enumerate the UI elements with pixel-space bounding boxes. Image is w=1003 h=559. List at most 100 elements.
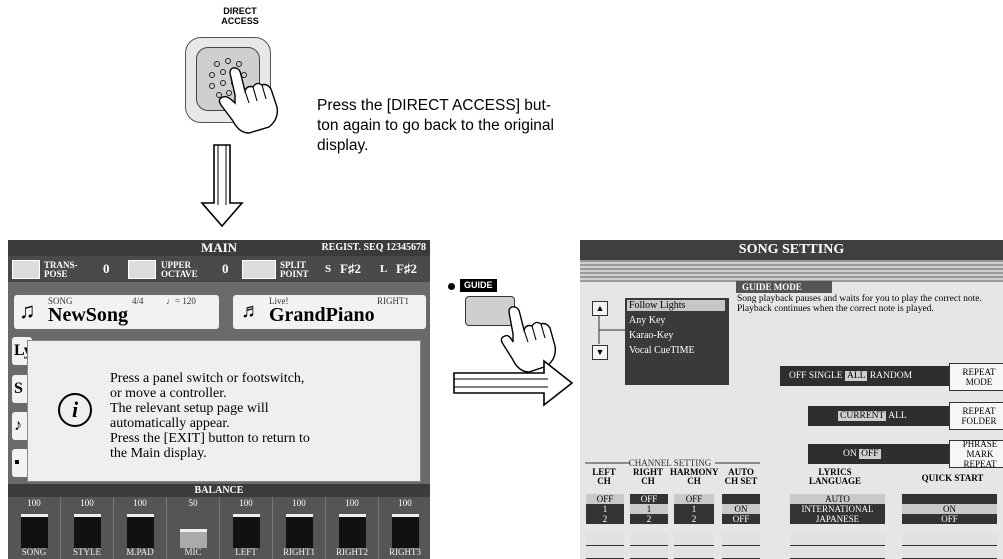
- fader[interactable]: [286, 514, 313, 548]
- keyboard-icon: [12, 260, 40, 279]
- split-s-label: S: [325, 263, 332, 275]
- list-item[interactable]: OFF: [586, 494, 624, 504]
- upper-octave-value[interactable]: 0: [222, 256, 229, 282]
- list-item[interactable]: OFF: [722, 514, 760, 524]
- folder-option[interactable]: ALL: [888, 411, 906, 421]
- guide-mode-item[interactable]: Vocal CueTIME: [629, 345, 695, 356]
- fader[interactable]: [21, 514, 48, 548]
- channel-right1[interactable]: 100 RIGHT1: [273, 497, 326, 559]
- repeat-mode-button[interactable]: REPEAT MODE: [949, 363, 1003, 391]
- list-item[interactable]: 1: [586, 504, 624, 514]
- list-item[interactable]: INTERNATIONAL: [790, 504, 885, 514]
- dialog-line: The relevant setup page will: [110, 401, 269, 416]
- repeat-folder-button[interactable]: REPEAT FOLDER: [949, 402, 1003, 430]
- up-arrow-icon[interactable]: ▲: [592, 301, 608, 316]
- guide-mode-item[interactable]: Karao-Key: [629, 330, 673, 341]
- harmony-ch-list[interactable]: OFF 1 2: [674, 494, 714, 524]
- channel-right2[interactable]: 100 RIGHT2: [326, 497, 379, 559]
- left-ch-list[interactable]: OFF 1 2: [586, 494, 624, 524]
- repeat-option[interactable]: SINGLE: [809, 371, 843, 381]
- channel-name: STYLE: [73, 547, 101, 557]
- up-arrow-icon[interactable]: [630, 533, 668, 545]
- phrase-option-selected[interactable]: OFF: [859, 449, 881, 459]
- left-ch-arrows[interactable]: [586, 533, 624, 559]
- lyrics-language-arrows[interactable]: [790, 533, 885, 559]
- down-arrow-icon[interactable]: [902, 546, 997, 558]
- list-item[interactable]: 1: [674, 504, 714, 514]
- down-arrow-icon[interactable]: ▼: [592, 345, 608, 360]
- arrow-down-icon: [200, 144, 244, 228]
- repeat-mode-selector[interactable]: OFF SINGLE ALL RANDOM: [780, 366, 952, 386]
- dialog-line: the Main display.: [110, 446, 207, 461]
- down-arrow-icon[interactable]: [586, 546, 624, 558]
- repeat-option[interactable]: RANDOM: [870, 371, 912, 381]
- repeat-option[interactable]: OFF: [789, 371, 806, 381]
- split-l-value[interactable]: F♯2: [396, 256, 417, 282]
- channel-mpad[interactable]: 100 M.PAD: [114, 497, 167, 559]
- phrase-mark-selector[interactable]: ON OFF: [808, 444, 953, 464]
- voice-panel[interactable]: ♬ Live! RIGHT1 GrandPiano: [233, 295, 426, 329]
- list-item[interactable]: OFF: [630, 494, 668, 504]
- fader[interactable]: [233, 514, 260, 548]
- keyboard-icon: [242, 260, 276, 279]
- up-arrow-icon[interactable]: [674, 533, 714, 545]
- transpose-value[interactable]: 0: [103, 256, 110, 282]
- guide-mode-label: GUIDE MODE: [736, 281, 832, 293]
- harmony-ch-arrows[interactable]: [674, 533, 714, 559]
- fader[interactable]: [74, 514, 101, 548]
- channel-style[interactable]: 100 STYLE: [61, 497, 114, 559]
- info-dialog: i Press a panel switch or footswitch, or…: [27, 340, 421, 482]
- list-item[interactable]: 2: [630, 514, 668, 524]
- repeat-option-selected[interactable]: ALL: [844, 371, 868, 381]
- pointing-hand-icon: [218, 67, 279, 134]
- channel-right3[interactable]: 100 RIGHT3: [379, 497, 430, 559]
- auto-ch-set-arrows[interactable]: [722, 533, 760, 559]
- right-ch-list[interactable]: OFF 1 2: [630, 494, 668, 524]
- channel-song[interactable]: 100 SONG: [8, 497, 61, 559]
- phrase-option[interactable]: ON: [843, 449, 857, 459]
- up-arrow-icon[interactable]: [790, 533, 885, 545]
- repeat-folder-selector[interactable]: CURRENT ALL: [808, 406, 953, 426]
- fader[interactable]: [180, 529, 207, 548]
- direct-access-label: DIRECT ACCESS: [221, 6, 259, 26]
- channel-value: 100: [27, 498, 41, 508]
- down-arrow-icon[interactable]: [674, 546, 714, 558]
- lyrics-language-list[interactable]: AUTO INTERNATIONAL JAPANESE: [790, 494, 885, 524]
- up-arrow-icon[interactable]: [902, 533, 997, 545]
- quick-start-list[interactable]: ON OFF: [902, 494, 997, 524]
- list-item[interactable]: 2: [674, 514, 714, 524]
- list-item[interactable]: AUTO: [790, 494, 885, 504]
- guide-mode-item[interactable]: Any Key: [629, 315, 665, 326]
- song-panel[interactable]: ♫ SONG 4/4 ♩= 120 NewSong: [14, 295, 219, 329]
- list-item[interactable]: 2: [586, 514, 624, 524]
- down-arrow-icon[interactable]: [790, 546, 885, 558]
- song-time-signature: 4/4: [132, 296, 144, 306]
- quick-start-arrows[interactable]: [902, 533, 997, 559]
- fader[interactable]: [339, 514, 366, 548]
- auto-ch-set-list[interactable]: ON OFF: [722, 494, 760, 524]
- channel-mic[interactable]: 50 MIC: [167, 497, 220, 559]
- voice-name: GrandPiano: [269, 304, 375, 326]
- channel-value: 100: [239, 498, 253, 508]
- list-item[interactable]: ON: [902, 504, 997, 514]
- channel-left[interactable]: 100 LEFT: [220, 497, 273, 559]
- fader[interactable]: [127, 514, 154, 548]
- fader[interactable]: [392, 514, 419, 548]
- list-item[interactable]: OFF: [674, 494, 714, 504]
- up-arrow-icon[interactable]: [722, 533, 760, 545]
- up-arrow-icon[interactable]: [586, 533, 624, 545]
- list-item[interactable]: 1: [630, 504, 668, 514]
- guide-mode-list[interactable]: Follow Lights Any Key Karao-Key Vocal Cu…: [625, 298, 729, 385]
- down-arrow-icon[interactable]: [722, 546, 760, 558]
- split-s-value[interactable]: F♯2: [340, 256, 361, 282]
- right-ch-arrows[interactable]: [630, 533, 668, 559]
- phrase-mark-repeat-button[interactable]: PHRASE MARK REPEAT: [949, 439, 1003, 469]
- folder-option-selected[interactable]: CURRENT: [838, 411, 887, 421]
- song-name: NewSong: [48, 304, 129, 326]
- list-item[interactable]: JAPANESE: [790, 514, 885, 524]
- arrow-right-icon: [453, 359, 574, 407]
- down-arrow-icon[interactable]: [630, 546, 668, 558]
- list-item[interactable]: OFF: [902, 514, 997, 524]
- list-item[interactable]: ON: [722, 504, 760, 514]
- guide-mode-item[interactable]: Follow Lights: [627, 300, 725, 311]
